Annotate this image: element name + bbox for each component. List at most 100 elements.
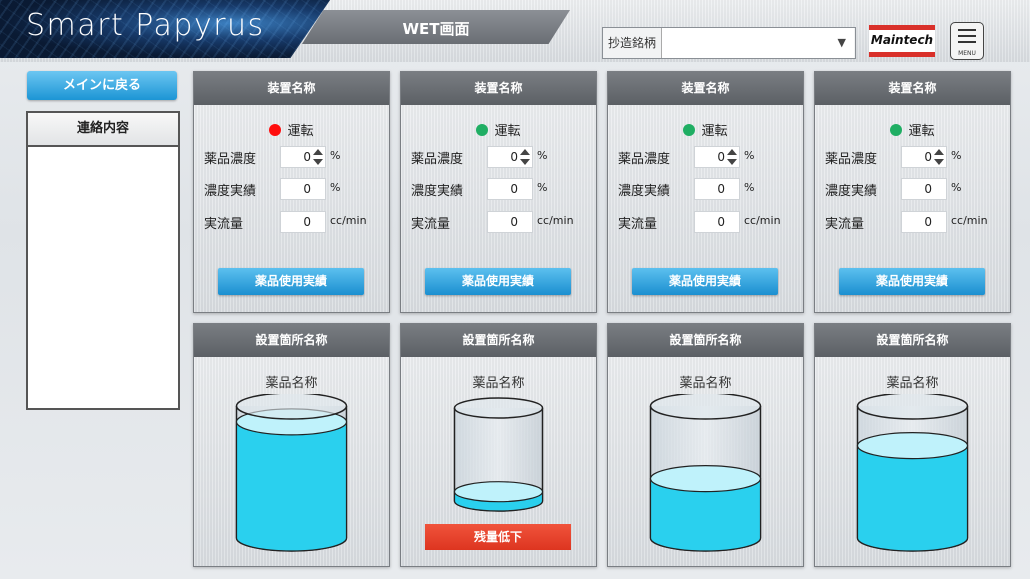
field-label: 濃度実績 xyxy=(411,184,464,199)
tank-graphic xyxy=(453,397,544,512)
field-label: 濃度実績 xyxy=(618,184,671,199)
status-indicator-icon xyxy=(269,124,282,136)
field-value-input: 0 xyxy=(280,178,326,200)
spinner-icon[interactable] xyxy=(934,149,944,165)
device-field-row: 実流量 0 cc/min xyxy=(618,211,793,233)
maintech-logo: Maintech xyxy=(869,25,935,57)
field-label: 薬品濃度 xyxy=(204,152,257,167)
device-status: 運転 xyxy=(401,120,596,139)
spinner-icon[interactable] xyxy=(520,149,530,165)
field-label: 実流量 xyxy=(411,217,451,232)
field-value: 0 xyxy=(717,215,725,229)
field-unit: cc/min xyxy=(330,214,367,227)
logo-stripe-top xyxy=(869,25,935,30)
field-value: 0 xyxy=(303,150,311,164)
field-label: 実流量 xyxy=(825,217,865,232)
spinner-icon[interactable] xyxy=(313,149,323,165)
tank-panel: 設置箇所名称 薬品名称 xyxy=(814,323,1011,567)
logo-stripe-bottom xyxy=(869,52,935,57)
field-value-input[interactable]: 0 xyxy=(280,146,326,168)
device-panel: 装置名称 運転 薬品濃度 0 % 濃度実績 0 % 実流量 0 cc/min 薬… xyxy=(814,71,1011,313)
app-title: Smart Papyrus xyxy=(26,8,265,43)
caret-down-icon[interactable]: ▼ xyxy=(838,36,846,49)
spinner-up-icon[interactable] xyxy=(934,149,944,155)
field-unit: cc/min xyxy=(744,214,781,227)
liquid-surface xyxy=(453,481,544,503)
device-field-row: 濃度実績 0 % xyxy=(204,178,379,200)
field-value: 0 xyxy=(924,215,932,229)
field-value-input[interactable]: 0 xyxy=(901,146,947,168)
field-unit: % xyxy=(537,149,548,162)
field-value: 0 xyxy=(924,182,932,196)
field-value-input: 0 xyxy=(901,211,947,233)
spinner-up-icon[interactable] xyxy=(520,149,530,155)
device-field-row: 実流量 0 cc/min xyxy=(204,211,379,233)
low-level-alarm-button[interactable]: 残量低下 xyxy=(425,524,571,550)
device-field-row: 実流量 0 cc/min xyxy=(825,211,1000,233)
device-field-row: 濃度実績 0 % xyxy=(618,178,793,200)
field-unit: % xyxy=(330,181,341,194)
field-value-input: 0 xyxy=(694,211,740,233)
chemical-usage-button[interactable]: 薬品使用実績 xyxy=(632,268,778,295)
tank-panel: 設置箇所名称 薬品名称 xyxy=(607,323,804,567)
status-indicator-icon xyxy=(476,124,489,136)
field-unit: cc/min xyxy=(951,214,988,227)
tank-graphic xyxy=(856,394,969,552)
device-panel: 装置名称 運転 薬品濃度 0 % 濃度実績 0 % 実流量 0 cc/min 薬… xyxy=(193,71,390,313)
hamburger-icon-line xyxy=(958,41,976,43)
tank-panel: 設置箇所名称 薬品名称 残量低下 xyxy=(400,323,597,567)
device-field-row: 薬品濃度 0 % xyxy=(825,146,1000,168)
chemical-usage-button[interactable]: 薬品使用実績 xyxy=(218,268,364,295)
field-label: 薬品濃度 xyxy=(411,152,464,167)
tank-graphic xyxy=(235,394,348,552)
spinner-down-icon[interactable] xyxy=(313,159,323,165)
device-status: 運転 xyxy=(194,120,389,139)
menu-button[interactable]: MENU xyxy=(950,22,984,60)
device-status: 運転 xyxy=(608,120,803,139)
device-title: 装置名称 xyxy=(194,72,389,105)
field-unit: cc/min xyxy=(537,214,574,227)
liquid-surface xyxy=(649,464,762,493)
chemical-usage-button[interactable]: 薬品使用実績 xyxy=(839,268,985,295)
screen-title-tab: WET画面 xyxy=(302,10,570,44)
device-status: 運転 xyxy=(815,120,1010,139)
field-value-input: 0 xyxy=(487,211,533,233)
field-value-input: 0 xyxy=(694,178,740,200)
spinner-up-icon[interactable] xyxy=(313,149,323,155)
grade-dropdown[interactable]: ▼ xyxy=(662,28,854,58)
location-title: 設置箇所名称 xyxy=(194,324,389,357)
back-to-main-button[interactable]: メインに戻る xyxy=(27,71,177,100)
location-title: 設置箇所名称 xyxy=(815,324,1010,357)
spinner-icon[interactable] xyxy=(727,149,737,165)
grade-selector[interactable]: 抄造銘柄 ▼ xyxy=(602,27,856,59)
chemical-name: 薬品名称 xyxy=(886,376,939,391)
device-field-row: 濃度実績 0 % xyxy=(411,178,586,200)
header-bar: Smart Papyrus WET画面 抄造銘柄 ▼ Maintech MENU xyxy=(0,0,1030,62)
field-unit: % xyxy=(951,149,962,162)
status-text: 運転 xyxy=(494,124,521,139)
tank-rim xyxy=(453,397,544,419)
liquid-surface xyxy=(856,431,969,460)
field-value-input[interactable]: 0 xyxy=(487,146,533,168)
field-unit: % xyxy=(537,181,548,194)
contact-body xyxy=(28,147,178,159)
field-value: 0 xyxy=(510,150,518,164)
field-unit: % xyxy=(951,181,962,194)
chemical-name: 薬品名称 xyxy=(265,376,318,391)
field-value-input[interactable]: 0 xyxy=(694,146,740,168)
tank-liquid xyxy=(856,445,969,552)
spinner-down-icon[interactable] xyxy=(727,159,737,165)
device-title: 装置名称 xyxy=(608,72,803,105)
spinner-up-icon[interactable] xyxy=(727,149,737,155)
field-value: 0 xyxy=(303,215,311,229)
device-field-row: 薬品濃度 0 % xyxy=(204,146,379,168)
device-title: 装置名称 xyxy=(815,72,1010,105)
field-value: 0 xyxy=(924,150,932,164)
spinner-down-icon[interactable] xyxy=(934,159,944,165)
location-title: 設置箇所名称 xyxy=(401,324,596,357)
spinner-down-icon[interactable] xyxy=(520,159,530,165)
field-value: 0 xyxy=(510,215,518,229)
chemical-usage-button[interactable]: 薬品使用実績 xyxy=(425,268,571,295)
field-label: 薬品濃度 xyxy=(618,152,671,167)
tank-graphic xyxy=(649,394,762,552)
